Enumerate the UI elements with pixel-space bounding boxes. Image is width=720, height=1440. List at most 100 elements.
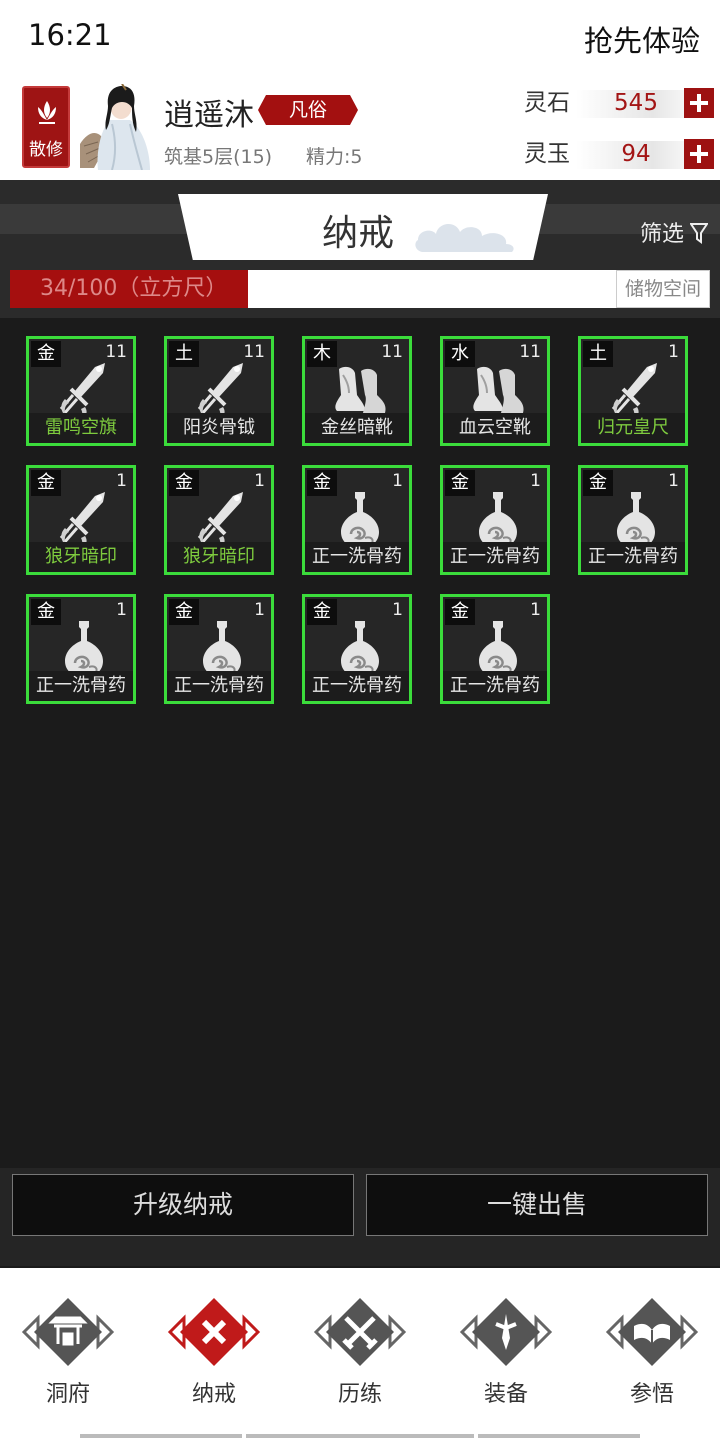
item-name: 阳炎骨钺 [167, 413, 271, 443]
item-name: 归元皇尺 [581, 413, 685, 443]
scroll-indicator [478, 1434, 640, 1438]
inventory-item[interactable]: 土 1 归元皇尺 [578, 336, 688, 446]
rank-badge: 凡俗 [258, 95, 358, 125]
element-tag: 金 [31, 470, 61, 496]
avatar[interactable] [76, 84, 154, 170]
element-tag: 金 [169, 599, 199, 625]
cross-icon [167, 1298, 261, 1366]
cultivation-realm: 筑基5层(15) [164, 146, 273, 168]
inventory-item[interactable]: 金 1 正一洗骨药 [440, 594, 550, 704]
currency-label: 灵玉 [524, 141, 570, 167]
item-quantity: 1 [116, 471, 127, 491]
inventory-item[interactable]: 金 1 狼牙暗印 [26, 465, 136, 575]
currency-value: 545 [614, 90, 658, 116]
capacity-row: 34/100（立方尺） 储物空间 [0, 260, 720, 318]
energy-value: 精力:5 [306, 146, 363, 168]
item-quantity: 1 [254, 600, 265, 620]
element-tag: 金 [31, 341, 61, 367]
tab-training[interactable]: 历练 [310, 1290, 410, 1410]
inventory-item[interactable]: 金 11 雷鸣空旗 [26, 336, 136, 446]
item-quantity: 1 [530, 471, 541, 491]
sect-label: 散修 [29, 140, 63, 160]
early-access-link[interactable]: 抢先体验 [584, 18, 700, 60]
inventory-item[interactable]: 金 1 正一洗骨药 [164, 594, 274, 704]
inventory-item[interactable]: 金 1 正一洗骨药 [26, 594, 136, 704]
status-time: 16:21 [28, 18, 112, 52]
sell-all-button[interactable]: 一键出售 [366, 1174, 708, 1236]
item-quantity: 1 [668, 342, 679, 362]
gate-icon [21, 1298, 115, 1366]
element-tag: 金 [169, 470, 199, 496]
item-name: 金丝暗靴 [305, 413, 409, 443]
element-tag: 金 [31, 599, 61, 625]
filter-button[interactable]: 筛选 [640, 216, 708, 248]
item-name: 正一洗骨药 [305, 542, 409, 572]
add-spirit-jade-button[interactable] [684, 139, 714, 169]
tab-label: 装备 [483, 1382, 528, 1407]
page-title: 纳戒 [321, 213, 394, 254]
item-name: 正一洗骨药 [443, 542, 547, 572]
capacity-text: 34/100（立方尺） [40, 276, 228, 301]
capacity-bar: 34/100（立方尺） 储物空间 [10, 270, 710, 308]
inventory-item[interactable]: 土 11 阳炎骨钺 [164, 336, 274, 446]
filter-label: 筛选 [639, 222, 684, 247]
currency-value: 94 [621, 141, 651, 167]
inventory-item[interactable]: 金 1 狼牙暗印 [164, 465, 274, 575]
item-name: 正一洗骨药 [443, 671, 547, 701]
item-quantity: 1 [254, 471, 265, 491]
item-name: 正一洗骨药 [305, 671, 409, 701]
profile-header: 散修 逍遥沐 凡俗 筑基5层(15) 精力:5 灵石 545 灵玉 94 [0, 76, 720, 180]
status-bar: 16:21 抢先体验 [0, 0, 720, 76]
item-quantity: 1 [116, 600, 127, 620]
tab-label: 纳戒 [191, 1382, 236, 1407]
upgrade-ring-button[interactable]: 升级纳戒 [12, 1174, 354, 1236]
element-tag: 金 [307, 599, 337, 625]
bottom-tab-bar: 洞府 纳戒 历练 装备 参悟 [0, 1268, 720, 1440]
spirit-jade-counter: 灵玉 94 [524, 137, 714, 171]
item-name: 狼牙暗印 [167, 542, 271, 572]
inventory-item[interactable]: 水 11 血云空靴 [440, 336, 550, 446]
tab-comprehension[interactable]: 参悟 [602, 1290, 702, 1410]
book-icon [605, 1298, 699, 1366]
item-quantity: 1 [530, 600, 541, 620]
inventory-item[interactable]: 金 1 正一洗骨药 [302, 465, 412, 575]
tab-equipment[interactable]: 装备 [456, 1290, 556, 1410]
tab-label: 参悟 [629, 1382, 674, 1407]
tab-cave[interactable]: 洞府 [18, 1290, 118, 1410]
inventory-item[interactable]: 金 1 正一洗骨药 [440, 465, 550, 575]
inventory-item[interactable]: 金 1 正一洗骨药 [302, 594, 412, 704]
element-tag: 土 [169, 341, 199, 367]
sect-badge[interactable]: 散修 [22, 86, 70, 168]
page-title-bar: 纳戒 筛选 [0, 180, 720, 260]
player-name: 逍遥沐 [164, 98, 254, 133]
action-bar: 升级纳戒 一键出售 [0, 1168, 720, 1266]
element-tag: 金 [307, 470, 337, 496]
item-name: 正一洗骨药 [581, 542, 685, 572]
add-spirit-stone-button[interactable] [684, 88, 714, 118]
element-tag: 土 [583, 341, 613, 367]
scroll-indicator [80, 1434, 242, 1438]
storage-space-button[interactable]: 储物空间 [616, 270, 710, 308]
lotus-icon [38, 101, 56, 124]
element-tag: 水 [445, 341, 475, 367]
item-name: 正一洗骨药 [29, 671, 133, 701]
item-name: 血云空靴 [443, 413, 547, 443]
tab-label: 历练 [337, 1382, 382, 1407]
spirit-stone-counter: 灵石 545 [524, 86, 714, 120]
sword-icon [459, 1298, 553, 1366]
inventory-item[interactable]: 金 1 正一洗骨药 [578, 465, 688, 575]
currency-label: 灵石 [524, 90, 570, 116]
tab-ring[interactable]: 纳戒 [164, 1290, 264, 1410]
crossed-swords-icon [313, 1298, 407, 1366]
item-quantity: 1 [392, 600, 403, 620]
item-quantity: 11 [105, 342, 127, 362]
tab-label: 洞府 [45, 1382, 90, 1407]
element-tag: 金 [445, 599, 475, 625]
filter-icon [690, 223, 708, 244]
item-quantity: 11 [519, 342, 541, 362]
item-quantity: 1 [392, 471, 403, 491]
element-tag: 木 [307, 341, 337, 367]
inventory-item[interactable]: 木 11 金丝暗靴 [302, 336, 412, 446]
item-quantity: 1 [668, 471, 679, 491]
element-tag: 金 [445, 470, 475, 496]
